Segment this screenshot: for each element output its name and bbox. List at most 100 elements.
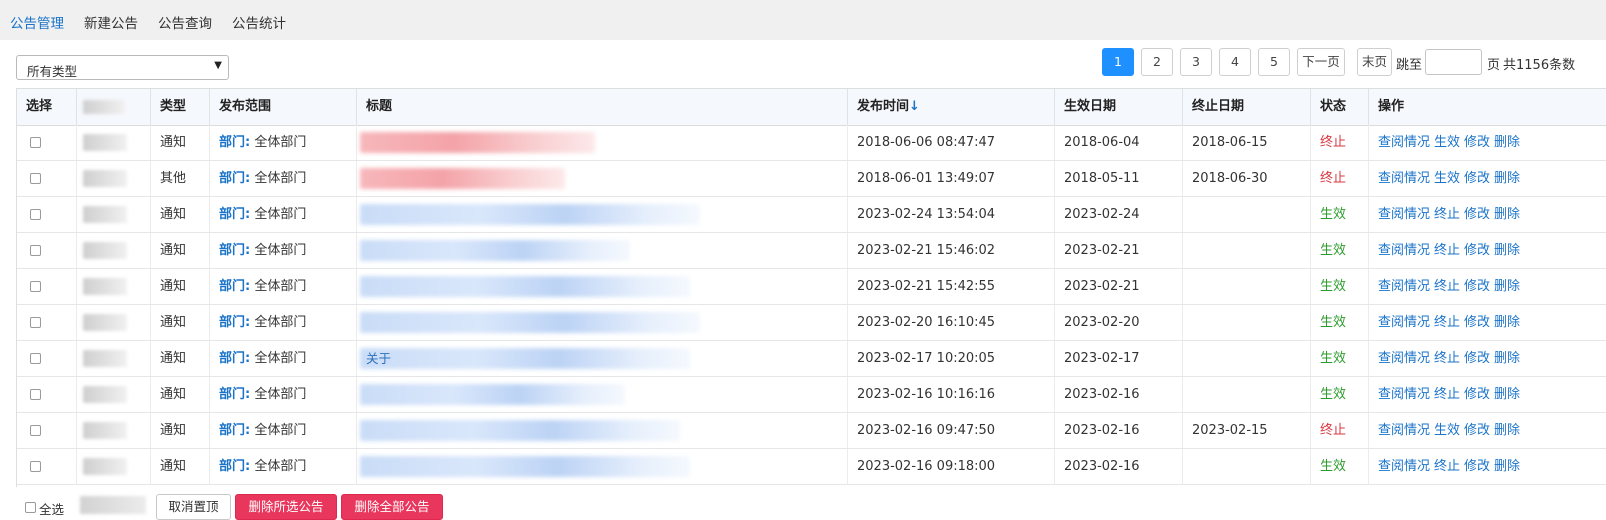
table-row: 通知 部门: 全体部门 2023-02-16 09:47:50 2023-02-16 2…	[17, 413, 1606, 449]
toggle-status-link[interactable]: 终止	[1434, 459, 1460, 474]
row-checkbox[interactable]	[30, 209, 41, 220]
toggle-status-link[interactable]: 终止	[1434, 243, 1460, 258]
page-button-1[interactable]: 1	[1102, 48, 1134, 76]
sort-desc-icon: ↓	[909, 99, 920, 114]
view-read-status-link[interactable]: 查阅情况	[1378, 351, 1430, 366]
scope-key: 部门:	[219, 243, 251, 258]
tab-new-announcement[interactable]: 新建公告	[84, 12, 138, 32]
type-filter-select[interactable]: 所有类型 ▼	[16, 55, 229, 80]
view-read-status-link[interactable]: 查阅情况	[1378, 315, 1430, 330]
table-row: 通知 部门: 全体部门 2023-02-21 15:42:55 2023-02-21 生…	[17, 269, 1606, 305]
view-read-status-link[interactable]: 查阅情况	[1378, 135, 1430, 150]
select-cell	[17, 197, 77, 232]
title-cell[interactable]	[357, 377, 848, 412]
publish-time-cell: 2018-06-06 08:47:47	[848, 125, 1055, 160]
select-cell	[17, 305, 77, 340]
toggle-status-link[interactable]: 生效	[1434, 135, 1460, 150]
scope-value: 全体部门	[254, 207, 307, 222]
tab-announcement-query[interactable]: 公告查询	[158, 12, 212, 32]
toggle-status-link[interactable]: 终止	[1434, 387, 1460, 402]
title-cell[interactable]	[357, 305, 848, 340]
row-checkbox[interactable]	[30, 353, 41, 364]
page-button-2[interactable]: 2	[1141, 48, 1173, 76]
delete-link[interactable]: 删除	[1494, 387, 1520, 402]
view-read-status-link[interactable]: 查阅情况	[1378, 387, 1430, 402]
select-cell	[17, 161, 77, 196]
row-checkbox[interactable]	[30, 461, 41, 472]
edit-link[interactable]: 修改	[1464, 171, 1490, 186]
edit-link[interactable]: 修改	[1464, 351, 1490, 366]
title-cell[interactable]	[357, 413, 848, 448]
title-cell[interactable]	[357, 125, 848, 160]
header-publish-time[interactable]: 发布时间↓	[848, 89, 1055, 125]
delete-link[interactable]: 删除	[1494, 279, 1520, 294]
title-cell[interactable]	[357, 269, 848, 304]
type-filter-value: 所有类型	[27, 64, 78, 79]
view-read-status-link[interactable]: 查阅情况	[1378, 459, 1430, 474]
delete-link[interactable]: 删除	[1494, 135, 1520, 150]
title-cell[interactable]	[357, 161, 848, 196]
delete-link[interactable]: 删除	[1494, 171, 1520, 186]
jump-page-input[interactable]	[1425, 49, 1482, 75]
edit-link[interactable]: 修改	[1464, 315, 1490, 330]
delete-selected-button[interactable]: 删除所选公告	[235, 494, 337, 520]
title-cell[interactable]: 关于	[357, 341, 848, 376]
page-unit-label: 页	[1487, 58, 1501, 73]
row-checkbox[interactable]	[30, 389, 41, 400]
last-page-button[interactable]: 末页	[1357, 48, 1392, 76]
page-button-5[interactable]: 5	[1258, 48, 1290, 76]
delete-link[interactable]: 删除	[1494, 207, 1520, 222]
edit-link[interactable]: 修改	[1464, 387, 1490, 402]
row-checkbox[interactable]	[30, 425, 41, 436]
delete-link[interactable]: 删除	[1494, 351, 1520, 366]
view-read-status-link[interactable]: 查阅情况	[1378, 423, 1430, 438]
toggle-status-link[interactable]: 终止	[1434, 351, 1460, 366]
status-badge: 终止	[1311, 125, 1369, 160]
row-checkbox[interactable]	[30, 173, 41, 184]
edit-link[interactable]: 修改	[1464, 459, 1490, 474]
edit-link[interactable]: 修改	[1464, 135, 1490, 150]
next-page-button[interactable]: 下一页	[1297, 48, 1345, 76]
delete-link[interactable]: 删除	[1494, 315, 1520, 330]
row-checkbox[interactable]	[30, 281, 41, 292]
row-checkbox[interactable]	[30, 137, 41, 148]
table-row: 通知 部门: 全体部门 2023-02-16 09:18:00 2023-02-16 生…	[17, 449, 1606, 485]
delete-link[interactable]: 删除	[1494, 243, 1520, 258]
end-date-cell	[1183, 341, 1311, 376]
toggle-status-link[interactable]: 生效	[1434, 423, 1460, 438]
toggle-status-link[interactable]: 终止	[1434, 207, 1460, 222]
title-cell[interactable]	[357, 449, 848, 484]
view-read-status-link[interactable]: 查阅情况	[1378, 171, 1430, 186]
cancel-pin-button[interactable]: 取消置顶	[156, 494, 231, 520]
page-button-4[interactable]: 4	[1219, 48, 1251, 76]
select-all-checkbox[interactable]	[25, 502, 36, 513]
toggle-status-link[interactable]: 终止	[1434, 315, 1460, 330]
actions-cell: 查阅情况 终止 修改 删除	[1369, 269, 1606, 304]
edit-link[interactable]: 修改	[1464, 243, 1490, 258]
row-checkbox[interactable]	[30, 245, 41, 256]
view-read-status-link[interactable]: 查阅情况	[1378, 243, 1430, 258]
title-cell[interactable]	[357, 233, 848, 268]
row-checkbox[interactable]	[30, 317, 41, 328]
title-cell[interactable]	[357, 197, 848, 232]
edit-link[interactable]: 修改	[1464, 207, 1490, 222]
blurred-cell	[77, 197, 151, 232]
toggle-status-link[interactable]: 生效	[1434, 171, 1460, 186]
edit-link[interactable]: 修改	[1464, 423, 1490, 438]
page-button-3[interactable]: 3	[1180, 48, 1212, 76]
tab-announcement-stats[interactable]: 公告统计	[232, 12, 286, 32]
toggle-status-link[interactable]: 终止	[1434, 279, 1460, 294]
view-read-status-link[interactable]: 查阅情况	[1378, 207, 1430, 222]
delete-link[interactable]: 删除	[1494, 423, 1520, 438]
delete-link[interactable]: 删除	[1494, 459, 1520, 474]
view-read-status-link[interactable]: 查阅情况	[1378, 279, 1430, 294]
scope-cell: 部门: 全体部门	[210, 341, 357, 376]
end-date-cell: 2018-06-15	[1183, 125, 1311, 160]
actions-cell: 查阅情况 生效 修改 删除	[1369, 413, 1606, 448]
edit-link[interactable]: 修改	[1464, 279, 1490, 294]
blurred-title	[360, 420, 680, 441]
delete-all-button[interactable]: 删除全部公告	[341, 494, 443, 520]
blurred-title	[360, 276, 690, 297]
table-row: 其他 部门: 全体部门 2018-06-01 13:49:07 2018-05-11 2…	[17, 161, 1606, 197]
tab-announcement-management[interactable]: 公告管理	[10, 12, 64, 32]
